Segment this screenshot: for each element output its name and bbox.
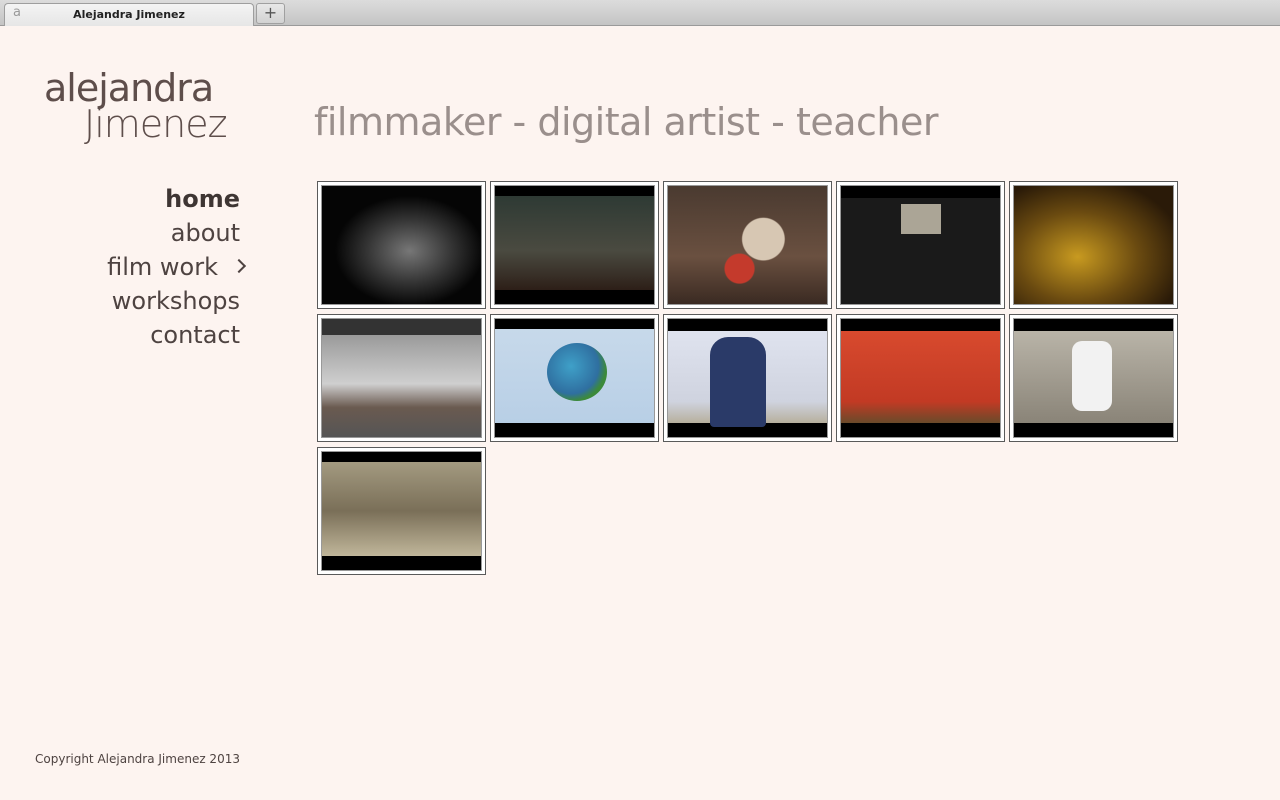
film-thumbnail[interactable]: [490, 181, 659, 309]
site-logo[interactable]: alejandra Jimenez: [44, 66, 254, 146]
thumbnail-image: [321, 451, 482, 571]
tab-title: Alejandra Jimenez: [73, 8, 185, 21]
film-thumbnail[interactable]: [317, 447, 486, 575]
film-thumbnail[interactable]: [663, 314, 832, 442]
thumbnail-image: [494, 318, 655, 438]
nav-item-workshops[interactable]: workshops: [107, 284, 240, 318]
copyright-text: Copyright Alejandra Jimenez 2013: [35, 752, 240, 766]
browser-tab-bar: a Alejandra Jimenez +: [0, 0, 1280, 26]
thumbnail-image: [840, 318, 1001, 438]
film-thumbnail[interactable]: [836, 181, 1005, 309]
thumbnail-image: [321, 318, 482, 438]
nav-item-film-work[interactable]: film work: [107, 250, 247, 284]
nav-item-home[interactable]: home: [107, 182, 240, 216]
thumbnail-image: [667, 318, 828, 438]
thumbnail-image: [1013, 185, 1174, 305]
thumbnail-image: [321, 185, 482, 305]
logo-line-2: Jimenez: [84, 102, 228, 146]
thumbnail-image: [1013, 318, 1174, 438]
page-tagline: filmmaker - digital artist - teacher: [314, 100, 939, 144]
thumbnail-image: [840, 185, 1001, 305]
new-tab-button[interactable]: +: [256, 3, 285, 24]
browser-tab[interactable]: a Alejandra Jimenez: [4, 3, 254, 26]
thumbnail-image: [667, 185, 828, 305]
main-nav: home about film work workshops contact: [107, 182, 247, 352]
nav-item-contact[interactable]: contact: [107, 318, 240, 352]
chevron-right-icon: [231, 258, 247, 274]
film-thumbnail[interactable]: [317, 314, 486, 442]
film-thumbnail[interactable]: [836, 314, 1005, 442]
thumbnail-image: [494, 185, 655, 305]
film-thumbnail[interactable]: [490, 314, 659, 442]
film-thumbnail[interactable]: [317, 181, 486, 309]
film-thumbnail[interactable]: [663, 181, 832, 309]
film-thumbnail[interactable]: [1009, 314, 1178, 442]
nav-item-about[interactable]: about: [107, 216, 240, 250]
film-thumbnail[interactable]: [1009, 181, 1178, 309]
nav-item-film-work-label: film work: [107, 253, 218, 281]
